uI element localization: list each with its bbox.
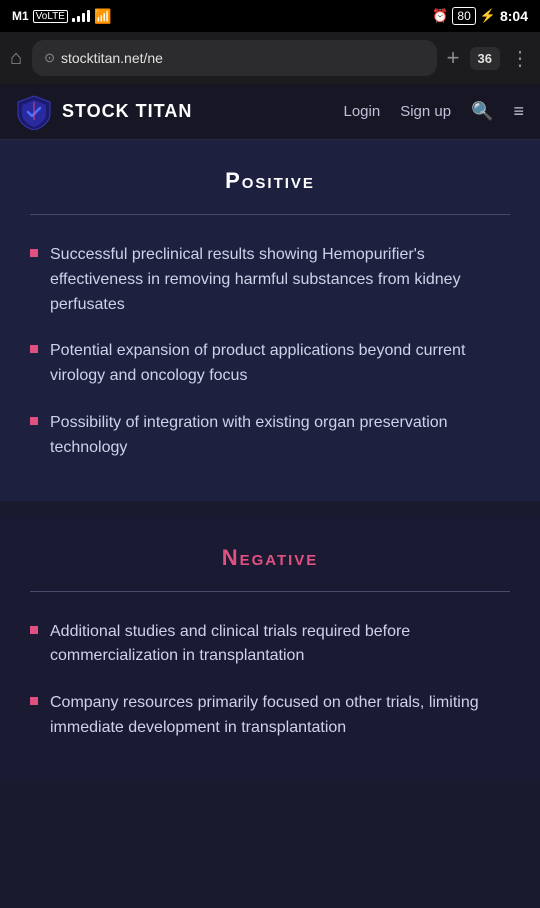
login-link[interactable]: Login	[343, 103, 380, 120]
nav-logo: STOCK TITAN	[16, 94, 343, 130]
alarm-icon: ⏰	[432, 8, 448, 24]
tabs-button[interactable]: 36	[470, 47, 500, 70]
positive-list: Successful preclinical results showing H…	[30, 243, 510, 461]
page-content: Positive Successful preclinical results …	[0, 140, 540, 781]
list-item: Potential expansion of product applicati…	[30, 339, 510, 389]
url-bar[interactable]: ⊙ stocktitan.net/ne	[32, 40, 437, 76]
url-text: stocktitan.net/ne	[61, 50, 425, 66]
site-info-icon: ⊙	[44, 50, 55, 66]
status-left: M1 VoLTE 📶	[12, 8, 111, 25]
negative-title: Negative	[30, 545, 510, 571]
wifi-icon: 📶	[94, 8, 111, 25]
carrier-label: M1	[12, 9, 29, 23]
negative-list: Additional studies and clinical trials r…	[30, 620, 510, 741]
positive-divider	[30, 214, 510, 215]
nav-links: Login Sign up 🔍 ≡	[343, 101, 524, 122]
battery-label: 80	[452, 7, 475, 25]
more-menu-button[interactable]: ⋮	[510, 46, 530, 71]
positive-item-3: Possibility of integration with existing…	[50, 411, 510, 461]
search-icon[interactable]: 🔍	[471, 101, 493, 122]
signal-icon	[72, 10, 90, 22]
signup-link[interactable]: Sign up	[400, 103, 451, 120]
negative-divider	[30, 591, 510, 592]
negative-section: Negative Additional studies and clinical…	[0, 517, 540, 781]
hamburger-menu-icon[interactable]: ≡	[513, 101, 524, 122]
charging-icon: ⚡	[480, 8, 496, 24]
positive-section: Positive Successful preclinical results …	[0, 140, 540, 501]
bullet-icon	[30, 626, 38, 634]
list-item: Successful preclinical results showing H…	[30, 243, 510, 317]
bullet-icon	[30, 697, 38, 705]
new-tab-button[interactable]: +	[447, 45, 460, 71]
nav-bar: STOCK TITAN Login Sign up 🔍 ≡	[0, 84, 540, 140]
logo-shield-icon	[16, 94, 52, 130]
list-item: Additional studies and clinical trials r…	[30, 620, 510, 670]
negative-item-2: Company resources primarily focused on o…	[50, 691, 510, 741]
home-icon[interactable]: ⌂	[10, 47, 22, 70]
clock-display: 8:04	[500, 8, 528, 24]
positive-title: Positive	[30, 168, 510, 194]
list-item: Possibility of integration with existing…	[30, 411, 510, 461]
status-bar: M1 VoLTE 📶 ⏰ 80 ⚡ 8:04	[0, 0, 540, 32]
volte-badge: VoLTE	[33, 10, 68, 23]
bullet-icon	[30, 249, 38, 257]
bullet-icon	[30, 345, 38, 353]
positive-item-2: Potential expansion of product applicati…	[50, 339, 510, 389]
bullet-icon	[30, 417, 38, 425]
logo-text: STOCK TITAN	[62, 101, 192, 122]
negative-item-1: Additional studies and clinical trials r…	[50, 620, 510, 670]
positive-item-1: Successful preclinical results showing H…	[50, 243, 510, 317]
status-right: ⏰ 80 ⚡ 8:04	[432, 7, 528, 25]
browser-chrome: ⌂ ⊙ stocktitan.net/ne + 36 ⋮	[0, 32, 540, 84]
list-item: Company resources primarily focused on o…	[30, 691, 510, 741]
